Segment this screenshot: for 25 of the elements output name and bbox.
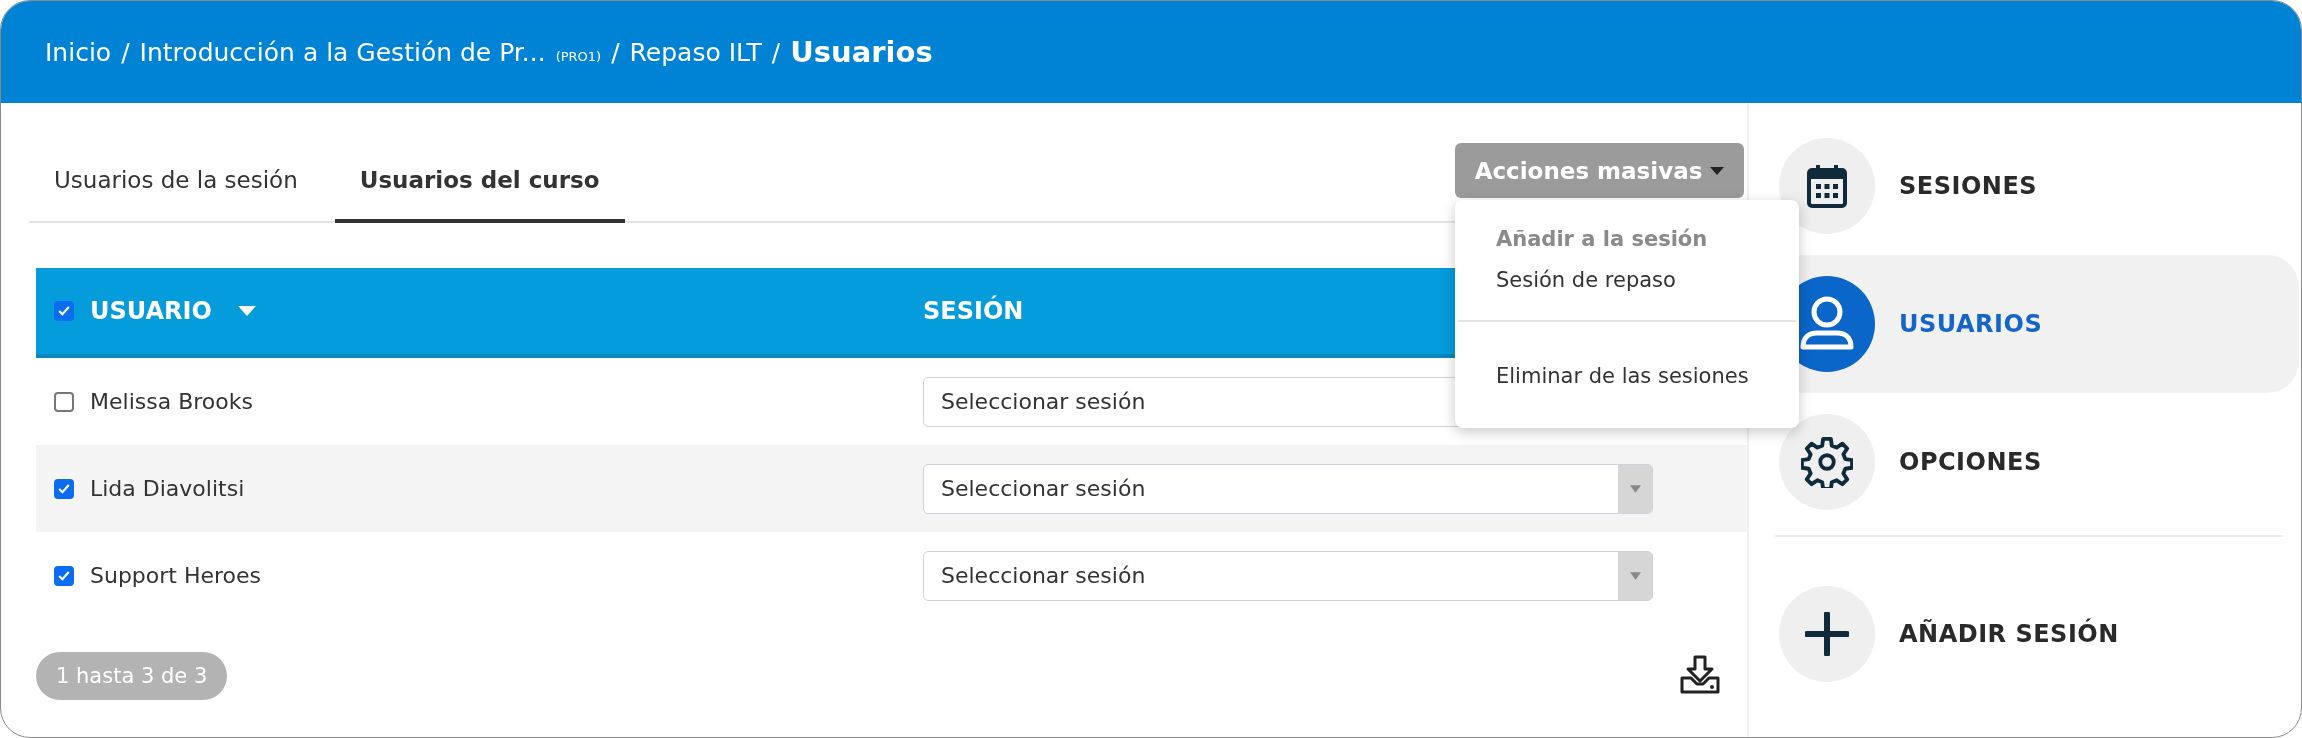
- breadcrumb-link[interactable]: Introducción a la Gestión de Pr...: [139, 37, 546, 67]
- sidebar-item[interactable]: SESIONES: [1771, 117, 2299, 255]
- breadcrumb-separator: /: [771, 37, 781, 67]
- breadcrumb-link[interactable]: Inicio: [45, 37, 112, 67]
- course-code: (PRO1): [555, 48, 602, 64]
- caret-icon: [1710, 166, 1725, 175]
- breadcrumb-separator: /: [611, 37, 620, 67]
- pagination-count: 1 hasta 3 de 3: [36, 652, 228, 700]
- breadcrumb-link[interactable]: Repaso ILT: [629, 37, 762, 67]
- checkbox[interactable]: [54, 478, 74, 499]
- checkbox[interactable]: [54, 301, 74, 321]
- checkbox[interactable]: [54, 391, 74, 412]
- checkbox[interactable]: [54, 565, 74, 586]
- breadcrumb-separator: /: [121, 37, 130, 67]
- page-title: Usuarios: [790, 35, 933, 69]
- tab[interactable]: Usuarios del curso: [334, 141, 625, 223]
- user-name: Melissa Brooks: [90, 389, 253, 414]
- session-select[interactable]: Seleccionar sesión: [923, 463, 1653, 514]
- session-select[interactable]: Seleccionar sesión: [923, 550, 1653, 601]
- menu-header: Añadir a la sesión: [1495, 226, 1709, 253]
- sort-caret-icon[interactable]: [237, 306, 256, 316]
- tab[interactable]: Usuarios de la sesión: [29, 141, 323, 223]
- add-session-button[interactable]: AÑADIR SESIÓN: [1771, 565, 2299, 703]
- user-name: Support Heroes: [90, 563, 262, 588]
- user-name: Lida Diavolitsi: [90, 476, 245, 501]
